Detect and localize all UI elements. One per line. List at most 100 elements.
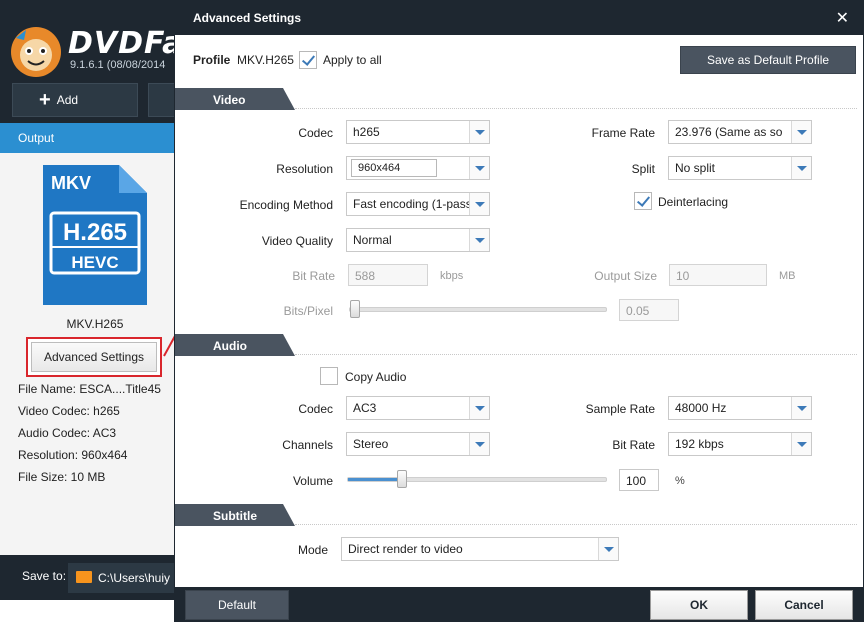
- bits-pixel-slider[interactable]: [349, 307, 607, 312]
- chevron-down-icon: [469, 433, 489, 455]
- frame-rate-dropdown[interactable]: 23.976 (Same as so: [668, 120, 812, 144]
- volume-unit: %: [675, 475, 685, 487]
- advanced-settings-button[interactable]: Advanced Settings: [31, 342, 157, 372]
- sample-rate-label: Sample Rate: [585, 402, 655, 416]
- video-codec-value: h265: [353, 125, 380, 139]
- chevron-down-icon: [469, 157, 489, 179]
- encoding-method-dropdown[interactable]: Fast encoding (1-pass: [346, 192, 490, 216]
- dialog-titlebar: Advanced Settings ✕: [175, 1, 863, 35]
- subtitle-mode-dropdown[interactable]: Direct render to video: [341, 537, 619, 561]
- advanced-settings-dialog: Advanced Settings ✕ Profile MKV.H265 App…: [174, 0, 864, 622]
- toolbar-button[interactable]: [148, 83, 175, 117]
- audio-codec-value: AC3: [353, 401, 377, 415]
- file-icon-format-text: MKV: [51, 173, 91, 193]
- info-video-codec: Video Codec: h265: [18, 404, 120, 418]
- chevron-down-icon: [598, 538, 618, 560]
- resolution-dropdown[interactable]: 960x464: [346, 156, 490, 180]
- resolution-value[interactable]: 960x464: [351, 159, 437, 177]
- encoding-method-label: Encoding Method: [239, 198, 333, 212]
- apply-to-all-label: Apply to all: [323, 53, 382, 67]
- video-codec-label: Codec: [298, 126, 333, 140]
- channels-dropdown[interactable]: Stereo: [346, 432, 490, 456]
- info-resolution: Resolution: 960x464: [18, 448, 128, 462]
- copy-audio-label: Copy Audio: [345, 370, 407, 384]
- app-version: 9.1.6.1 (08/08/2014: [70, 59, 166, 71]
- file-icon-codec-text: H.265: [63, 219, 127, 246]
- deinterlacing-label: Deinterlacing: [658, 195, 729, 209]
- volume-slider-fill: [348, 478, 402, 481]
- bit-rate-unit: kbps: [440, 270, 464, 282]
- video-quality-value: Normal: [353, 233, 392, 247]
- bits-pixel-input[interactable]: 0.05: [619, 299, 679, 321]
- video-quality-label: Video Quality: [261, 234, 333, 248]
- bit-rate-input[interactable]: 588: [348, 264, 428, 286]
- output-size-input[interactable]: 10: [669, 264, 767, 286]
- video-quality-dropdown[interactable]: Normal: [346, 228, 490, 252]
- channels-label: Channels: [282, 438, 333, 452]
- save-to-label: Save to:: [22, 569, 67, 583]
- audio-bit-rate-value: 192 kbps: [675, 437, 724, 451]
- chevron-down-icon: [791, 433, 811, 455]
- advanced-settings-highlight: Advanced Settings: [26, 337, 162, 377]
- sample-rate-dropdown[interactable]: 48000 Hz: [668, 396, 812, 420]
- save-as-default-profile-button[interactable]: Save as Default Profile: [680, 46, 856, 74]
- audio-bit-rate-dropdown[interactable]: 192 kbps: [668, 432, 812, 456]
- volume-label: Volume: [292, 474, 333, 488]
- save-to-bar: Save to: C:\Users\huiy: [0, 555, 175, 600]
- volume-slider[interactable]: [347, 477, 607, 482]
- volume-slider-thumb[interactable]: [397, 470, 407, 488]
- chevron-down-icon: [469, 229, 489, 251]
- info-audio-codec: Audio Codec: AC3: [18, 426, 117, 440]
- brand-name: DVDFab: [68, 26, 175, 61]
- output-tab[interactable]: Output: [0, 123, 175, 153]
- encoding-method-value: Fast encoding (1-pass: [353, 197, 469, 211]
- volume-input[interactable]: 100: [619, 469, 659, 491]
- audio-codec-label: Codec: [298, 402, 333, 416]
- subtitle-mode-value: Direct render to video: [348, 542, 463, 556]
- audio-section-header: Audio: [175, 334, 295, 356]
- bit-rate-label: Bit Rate: [292, 269, 335, 283]
- video-section-divider: [295, 108, 857, 109]
- folder-icon: [76, 571, 92, 583]
- output-size-label: Output Size: [594, 269, 657, 283]
- copy-audio-checkbox[interactable]: [320, 367, 338, 385]
- chevron-down-icon: [791, 157, 811, 179]
- cancel-button[interactable]: Cancel: [755, 590, 853, 620]
- profile-value: MKV.H265: [237, 53, 294, 67]
- dialog-body: Profile MKV.H265 Apply to all Save as De…: [175, 35, 863, 587]
- subtitle-mode-label: Mode: [297, 543, 328, 557]
- file-icon-sub-text: HEVC: [71, 253, 118, 272]
- channels-value: Stereo: [353, 437, 389, 451]
- ok-button[interactable]: OK: [650, 590, 748, 620]
- split-dropdown[interactable]: No split: [668, 156, 812, 180]
- chevron-down-icon: [469, 121, 489, 143]
- close-icon[interactable]: ✕: [836, 8, 849, 27]
- plus-icon: +: [39, 89, 51, 111]
- chevron-down-icon: [469, 193, 489, 215]
- add-button-label: Add: [56, 93, 79, 107]
- default-button[interactable]: Default: [185, 590, 289, 620]
- chevron-down-icon: [791, 397, 811, 419]
- sample-rate-value: 48000 Hz: [675, 401, 727, 415]
- chevron-down-icon: [791, 121, 811, 143]
- video-codec-dropdown[interactable]: h265: [346, 120, 490, 144]
- info-file-size: File Size: 10 MB: [18, 470, 106, 484]
- audio-codec-dropdown[interactable]: AC3: [346, 396, 490, 420]
- profile-label: Profile: [193, 53, 231, 67]
- video-section-header: Video: [175, 88, 295, 110]
- bits-pixel-slider-thumb[interactable]: [350, 300, 360, 318]
- split-value: No split: [675, 161, 716, 175]
- dialog-title: Advanced Settings: [193, 11, 302, 25]
- add-button[interactable]: + Add: [12, 83, 138, 117]
- subtitle-section-divider: [295, 524, 857, 525]
- dvdfab-main-window: DVDFab 9.1.6.1 (08/08/2014 + Add Output …: [0, 0, 175, 600]
- chevron-down-icon: [469, 397, 489, 419]
- output-profile-name: MKV.H265: [66, 317, 124, 331]
- frame-rate-value: 23.976 (Same as so: [675, 125, 783, 139]
- deinterlacing-checkbox[interactable]: [634, 192, 652, 210]
- dialog-footer: Default OK Cancel: [175, 587, 863, 622]
- frame-rate-label: Frame Rate: [591, 126, 655, 140]
- apply-to-all-checkbox[interactable]: [299, 51, 317, 69]
- bits-pixel-label: Bits/Pixel: [283, 304, 333, 318]
- split-label: Split: [631, 162, 655, 176]
